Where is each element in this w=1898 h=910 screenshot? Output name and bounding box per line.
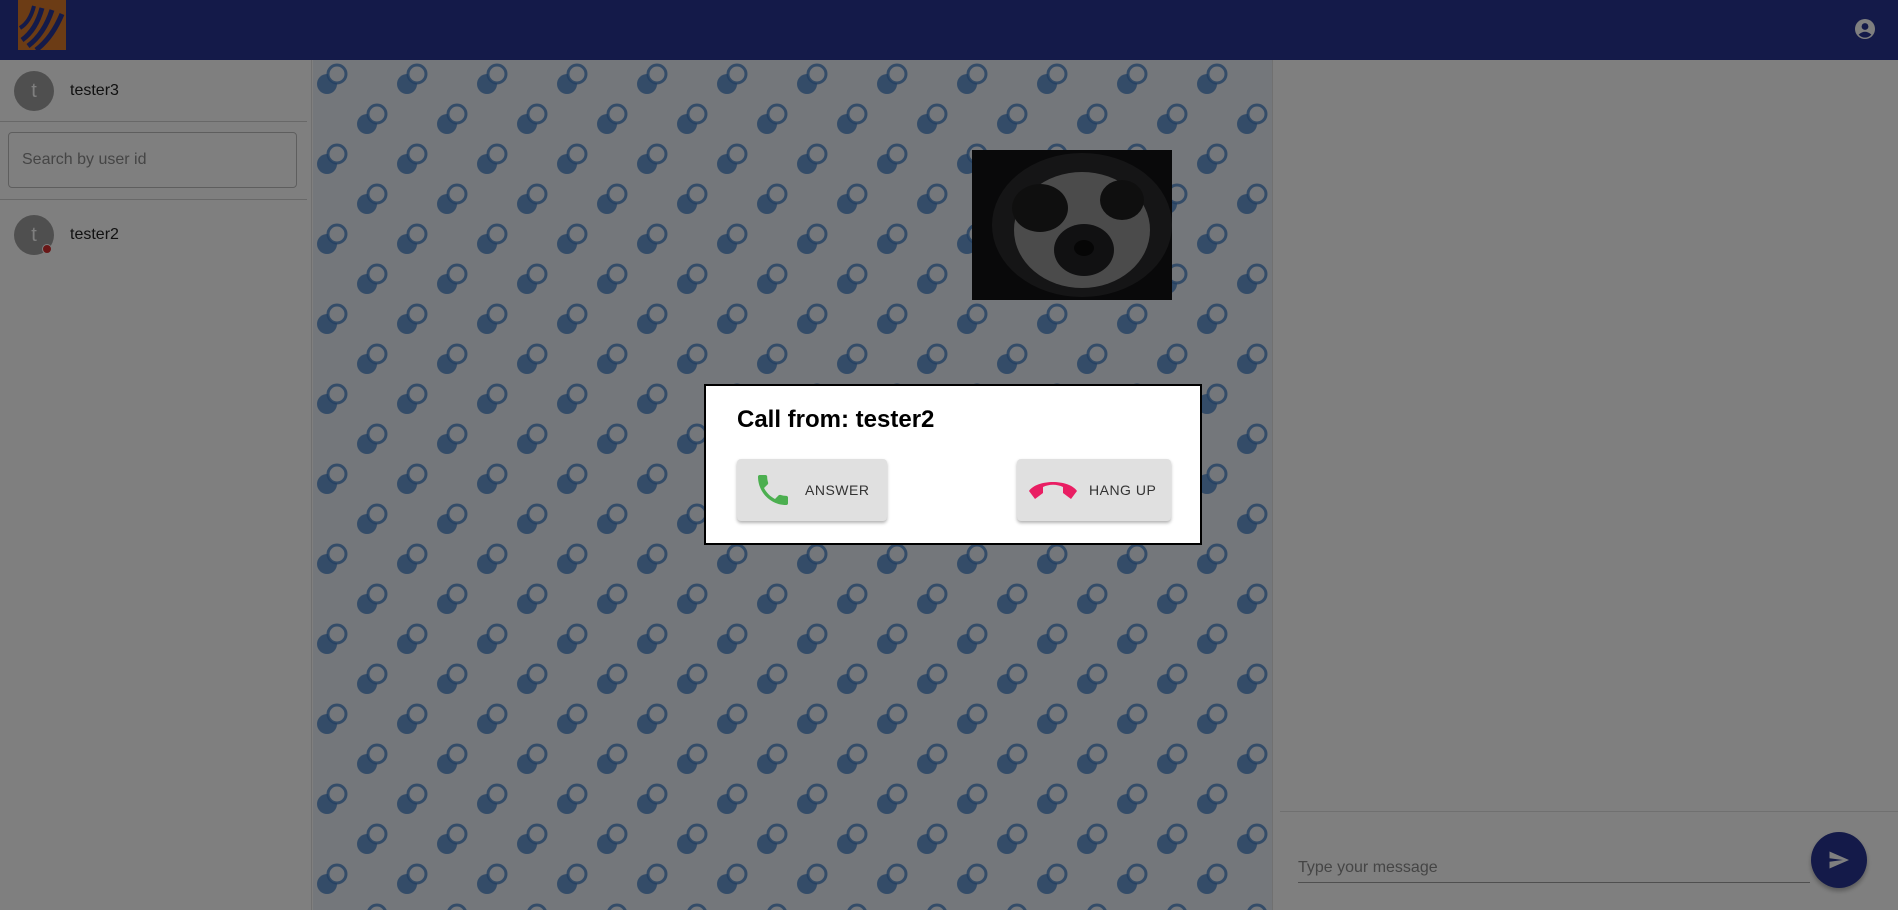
call-end-icon [1029,482,1077,499]
dialog-title: Call from: tester2 [737,406,935,433]
phone-icon [758,475,788,505]
hang-up-label: HANG UP [1089,482,1157,498]
answer-button[interactable]: ANSWER [737,459,887,521]
hang-up-button[interactable]: HANG UP [1017,459,1171,521]
answer-label: ANSWER [805,482,870,498]
incoming-call-dialog: Call from: tester2 ANSWER HANG UP [704,384,1202,545]
